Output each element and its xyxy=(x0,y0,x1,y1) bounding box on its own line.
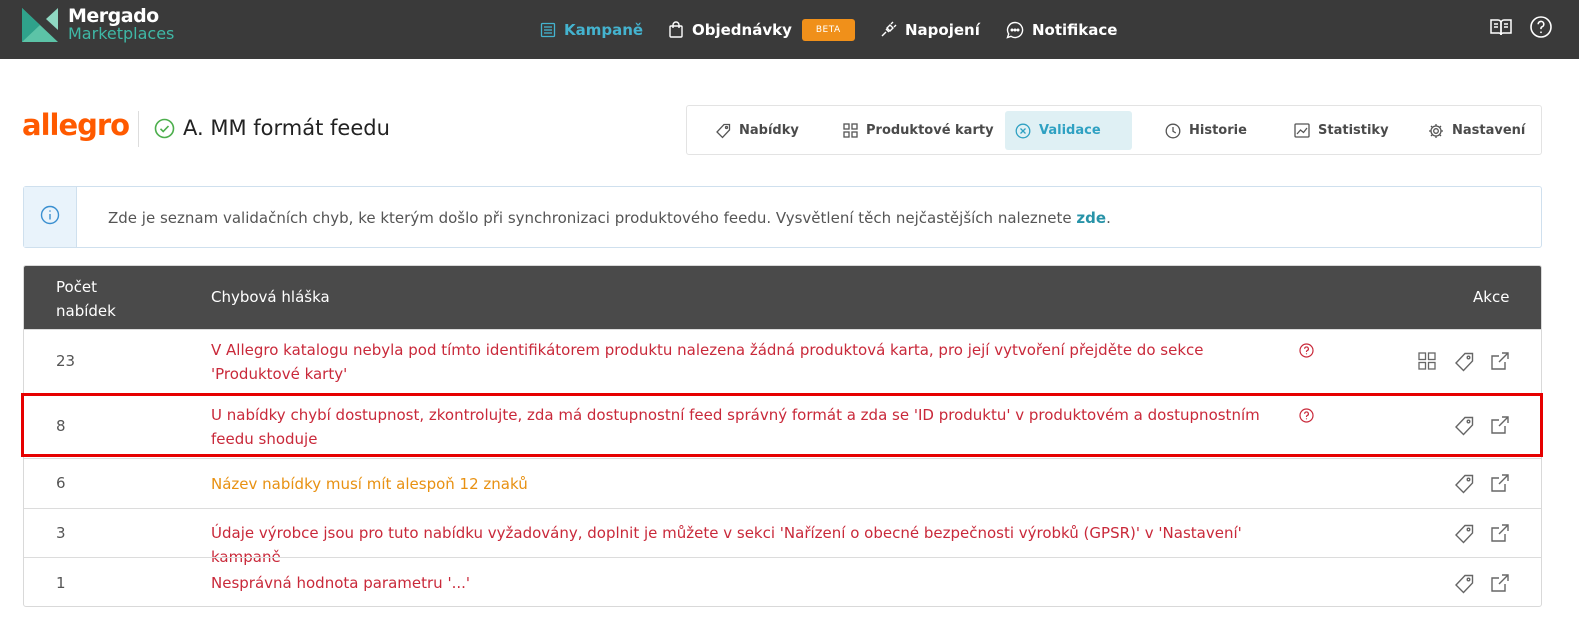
nav-connections-label: Napojení xyxy=(905,20,980,39)
tab-history-label: Historie xyxy=(1189,123,1247,138)
nav-orders-label: Objednávky xyxy=(692,20,792,39)
info-period: . xyxy=(1106,209,1111,227)
shopping-bag-icon xyxy=(668,21,684,38)
tab-offers[interactable]: Nabídky xyxy=(705,111,809,150)
external-link-icon[interactable] xyxy=(1490,523,1510,543)
plug-icon xyxy=(880,21,897,38)
offer-count: 23 xyxy=(56,352,76,370)
product-cards-action-icon[interactable] xyxy=(1418,352,1436,370)
tab-statistics[interactable]: Statistiky xyxy=(1284,111,1399,150)
offers-action-icon[interactable] xyxy=(1454,574,1474,594)
mergado-logo-icon xyxy=(22,8,58,42)
top-navbar: Mergado Marketplaces Kampaně Objednávky … xyxy=(0,0,1579,59)
tab-validation-label: Validace xyxy=(1039,123,1101,138)
campaign-tabs: Nabídky Produktové karty Validace Histor… xyxy=(686,105,1542,155)
error-message: V Allegro katalogu nebyla pod tímto iden… xyxy=(211,341,1204,383)
tab-settings-label: Nastavení xyxy=(1452,123,1526,138)
nav-notifications[interactable]: Notifikace xyxy=(1006,0,1117,59)
circle-x-icon xyxy=(1015,123,1031,139)
tab-history[interactable]: Historie xyxy=(1155,111,1257,150)
validation-errors-table: Počet nabídek Chybová hláška Akce 23 V A… xyxy=(23,265,1542,607)
info-link[interactable]: zde xyxy=(1076,209,1106,227)
external-link-icon[interactable] xyxy=(1490,415,1510,435)
check-circle-icon xyxy=(154,118,175,139)
tab-product-cards[interactable]: Produktové karty xyxy=(833,111,1004,150)
chat-bubble-icon xyxy=(1006,21,1024,39)
nav-campaigns-label: Kampaně xyxy=(564,20,644,39)
header-divider xyxy=(138,111,139,147)
column-header-actions: Akce xyxy=(1473,288,1510,306)
table-row: 3 Údaje výrobce jsou pro tuto nabídku vy… xyxy=(24,508,1541,566)
tab-validation[interactable]: Validace xyxy=(1005,111,1132,150)
nav-connections[interactable]: Napojení xyxy=(880,0,980,59)
offer-count: 1 xyxy=(56,574,66,592)
nav-campaigns[interactable]: Kampaně xyxy=(540,0,643,59)
logo-subtitle: Marketplaces xyxy=(68,24,175,43)
info-icon xyxy=(40,205,60,229)
tab-settings[interactable]: Nastavení xyxy=(1418,111,1535,150)
table-row: 6 Název nabídky musí mít alespoň 12 znak… xyxy=(24,458,1541,508)
tab-statistics-label: Statistiky xyxy=(1318,123,1389,138)
nav-notifications-label: Notifikace xyxy=(1032,20,1118,39)
external-link-icon[interactable] xyxy=(1490,573,1510,593)
error-message: Nesprávná hodnota parametru '...' xyxy=(211,574,471,592)
offers-action-icon[interactable] xyxy=(1454,524,1474,544)
offer-count: 6 xyxy=(56,474,66,492)
offers-action-icon[interactable] xyxy=(1454,474,1474,494)
error-message: U nabídky chybí dostupnost, zkontrolujte… xyxy=(211,406,1260,448)
warning-message: Název nabídky musí mít alespoň 12 znaků xyxy=(211,475,528,493)
beta-badge: BETA xyxy=(801,18,855,41)
external-link-icon[interactable] xyxy=(1490,351,1510,371)
gear-icon xyxy=(1428,123,1444,139)
book-icon[interactable] xyxy=(1489,15,1513,43)
table-row: 1 Nesprávná hodnota parametru '...' xyxy=(24,557,1541,606)
clock-icon xyxy=(1165,123,1181,139)
column-header-count: Počet nabídek xyxy=(56,278,116,320)
app-logo[interactable]: Mergado Marketplaces xyxy=(22,5,175,43)
info-box: Zde je seznam validačních chyb, ke který… xyxy=(23,186,1542,248)
list-icon xyxy=(540,22,556,38)
column-header-message: Chybová hláška xyxy=(211,288,330,306)
offers-action-icon[interactable] xyxy=(1454,352,1474,372)
offer-count: 3 xyxy=(56,524,66,542)
offers-action-icon[interactable] xyxy=(1454,416,1474,436)
grid-icon xyxy=(843,123,858,138)
tab-offers-label: Nabídky xyxy=(739,123,799,138)
table-row: 23 V Allegro katalogu nebyla pod tímto i… xyxy=(24,329,1541,393)
help-circle-icon[interactable] xyxy=(1299,408,1314,423)
info-text: Zde je seznam validačních chyb, ke který… xyxy=(108,209,1077,227)
logo-title: Mergado xyxy=(68,5,159,27)
campaign-name: A. MM formát feedu xyxy=(183,116,390,140)
table-row: 8 U nabídky chybí dostupnost, zkontroluj… xyxy=(24,393,1541,458)
help-icon[interactable] xyxy=(1529,15,1553,43)
tab-product-cards-label: Produktové karty xyxy=(866,123,994,138)
info-message: Zde je seznam validačních chyb, ke který… xyxy=(108,209,1111,227)
info-icon-panel xyxy=(24,187,77,247)
chart-icon xyxy=(1294,123,1310,138)
table-header: Počet nabídek Chybová hláška Akce xyxy=(24,266,1541,329)
allegro-logo: allegro xyxy=(22,108,130,142)
help-circle-icon[interactable] xyxy=(1299,343,1314,358)
tag-icon xyxy=(715,123,731,139)
nav-orders[interactable]: Objednávky BETA xyxy=(668,0,855,59)
external-link-icon[interactable] xyxy=(1490,473,1510,493)
offer-count: 8 xyxy=(56,417,66,435)
campaign-title: A. MM formát feedu xyxy=(154,116,390,140)
